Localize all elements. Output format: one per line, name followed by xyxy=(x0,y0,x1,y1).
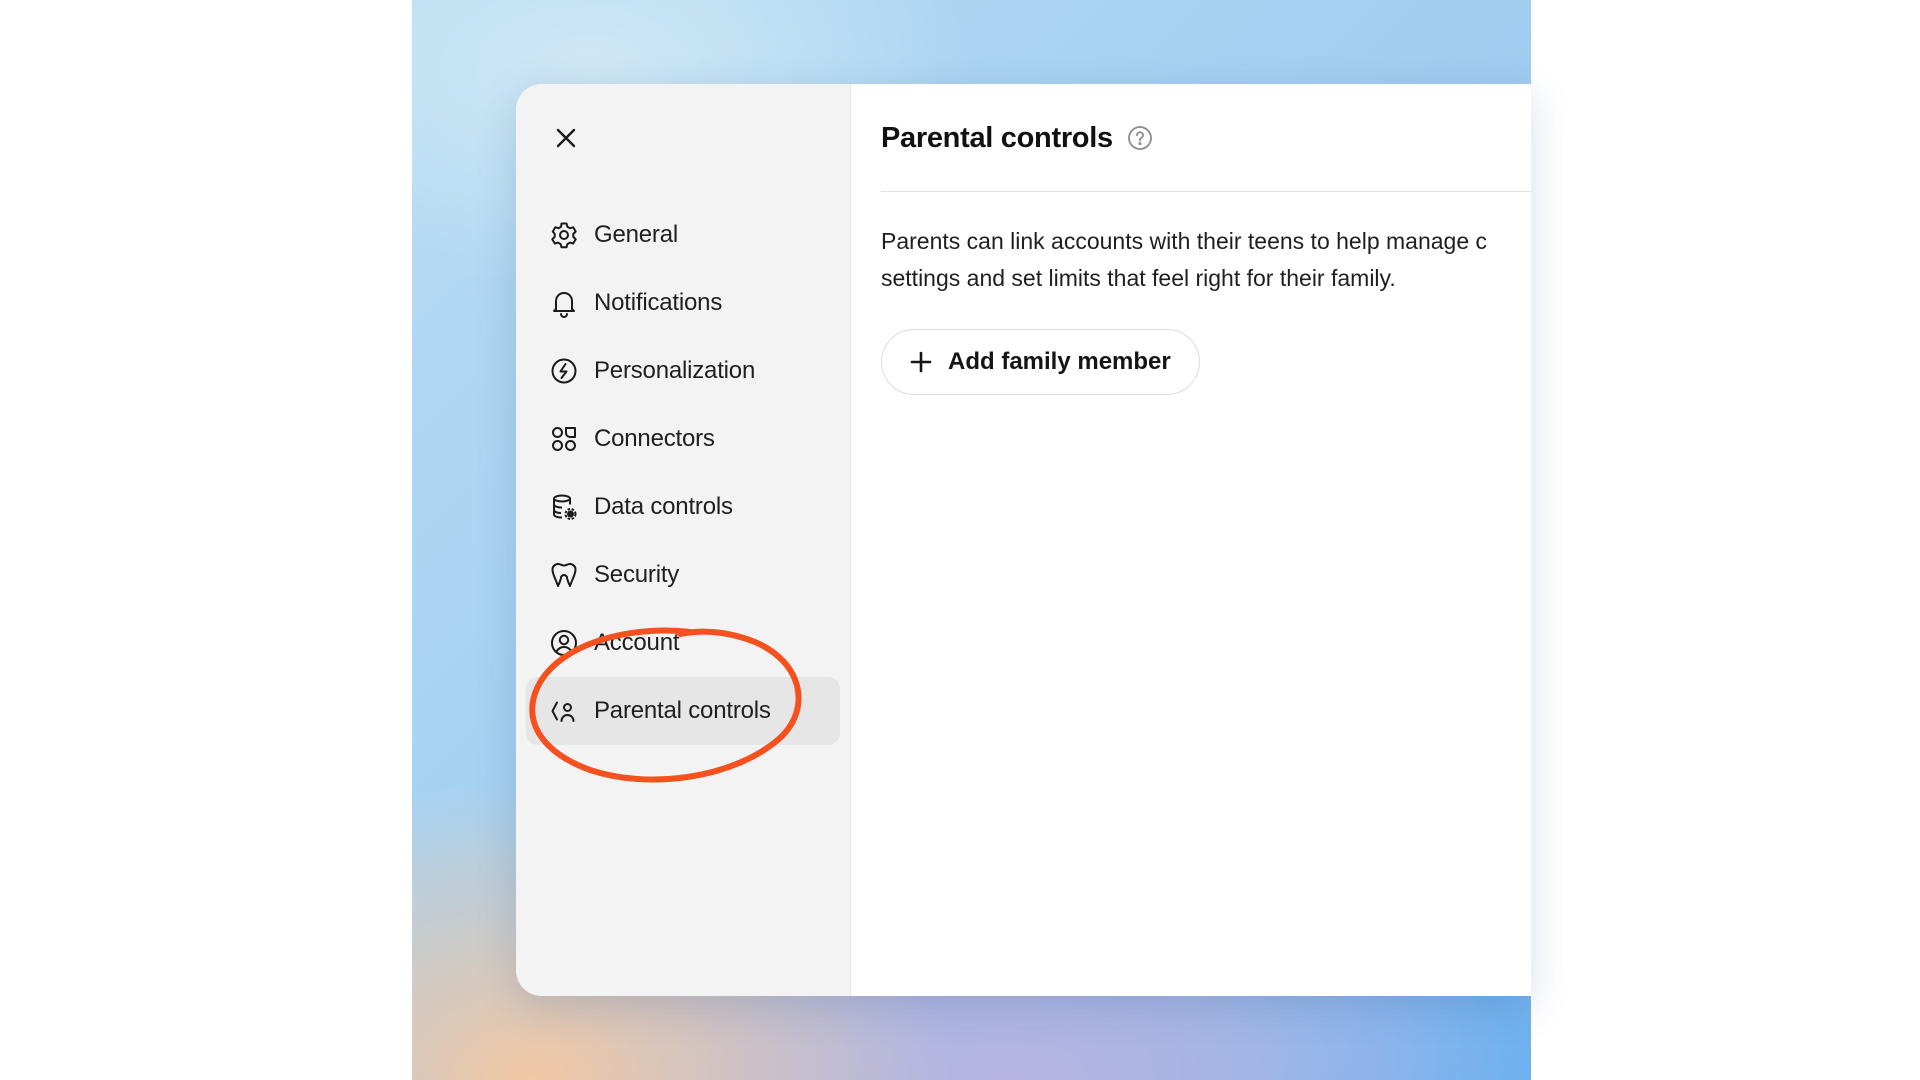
close-icon xyxy=(556,128,576,148)
settings-content: Parental controls Parents can link accou… xyxy=(851,84,1531,996)
question-circle-icon[interactable] xyxy=(1127,125,1153,151)
sidebar-item-label: Personalization xyxy=(594,357,756,384)
sidebar-item-connectors[interactable]: Connectors xyxy=(526,405,840,473)
sidebar-item-label: Security xyxy=(594,561,680,588)
sidebar-item-account[interactable]: Account xyxy=(526,609,840,677)
sidebar-item-label: Notifications xyxy=(594,289,723,316)
sidebar-item-notifications[interactable]: Notifications xyxy=(526,269,840,337)
sidebar-item-data-controls[interactable]: Data controls xyxy=(526,473,840,541)
bell-icon xyxy=(548,287,580,319)
gear-icon xyxy=(548,219,580,251)
add-family-member-button[interactable]: Add family member xyxy=(881,329,1200,395)
sidebar-item-label: Connectors xyxy=(594,425,715,452)
personalization-icon xyxy=(548,355,580,387)
connectors-icon xyxy=(548,423,580,455)
sidebar-item-label: Data controls xyxy=(594,493,733,520)
close-button[interactable] xyxy=(546,118,586,158)
parental-controls-icon xyxy=(548,695,580,727)
sidebar-item-personalization[interactable]: Personalization xyxy=(526,337,840,405)
settings-dialog: General Notifications Personalization Co… xyxy=(516,84,1531,996)
settings-nav: General Notifications Personalization Co… xyxy=(526,201,840,745)
sidebar-item-general[interactable]: General xyxy=(526,201,840,269)
add-family-member-label: Add family member xyxy=(948,348,1171,375)
sidebar-item-label: Parental controls xyxy=(594,697,771,724)
description-text: Parents can link accounts with their tee… xyxy=(881,228,1488,291)
page-title: Parental controls xyxy=(881,121,1113,154)
settings-sidebar: General Notifications Personalization Co… xyxy=(516,84,851,996)
sidebar-item-label: General xyxy=(594,221,678,248)
sidebar-item-label: Account xyxy=(594,629,680,656)
user-circle-icon xyxy=(548,627,580,659)
database-gear-icon xyxy=(548,491,580,523)
plus-icon xyxy=(908,349,934,375)
content-header: Parental controls xyxy=(881,118,1153,158)
sidebar-item-parental-controls[interactable]: Parental controls xyxy=(526,677,840,745)
shield-icon xyxy=(548,559,580,591)
sidebar-item-security[interactable]: Security xyxy=(526,541,840,609)
header-divider xyxy=(881,191,1531,192)
